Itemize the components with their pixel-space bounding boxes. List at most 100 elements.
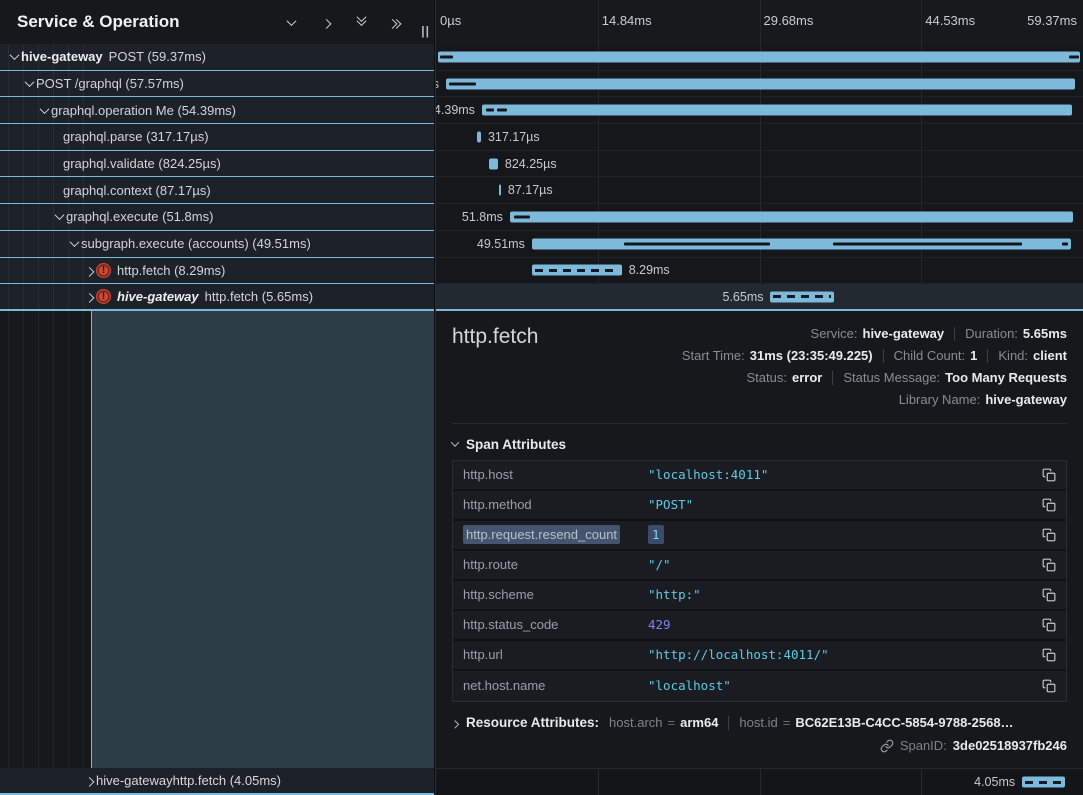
span-bar[interactable] — [482, 105, 1072, 116]
expand-one-icon[interactable] — [318, 14, 334, 30]
resource-key: host.arch — [609, 715, 662, 730]
operation-name: POST (59.37ms) — [109, 49, 206, 64]
timeline-row[interactable]: 824.25µs — [436, 151, 1083, 178]
child-span-mark — [1062, 242, 1068, 245]
tree-row[interactable]: subgraph.execute (accounts) (49.51ms) — [0, 231, 434, 258]
copy-icon[interactable] — [1038, 528, 1056, 542]
meta-line: Service:hive-gatewayDuration:5.65ms — [811, 323, 1067, 345]
resource-attributes-heading: Resource Attributes: — [466, 715, 599, 730]
expand-all-icon[interactable] — [388, 14, 404, 30]
timeline-rows: 57.57ms54.39ms 317.17µs 824.25µs 87.17µs 51.… — [436, 44, 1083, 311]
span-bar[interactable] — [770, 291, 834, 302]
tree-row[interactable]: ! hive-gateway http.fetch (5.65ms) — [0, 284, 434, 311]
attribute-row: http.host"localhost:4011" — [453, 461, 1066, 491]
tree-row[interactable]: POST /graphql (57.57ms) — [0, 71, 434, 98]
timeline-row[interactable]: 54.39ms — [436, 97, 1083, 124]
tree-row[interactable]: graphql.operation Me (54.39ms) — [0, 97, 434, 124]
timeline-tick-label: 0µs — [440, 13, 461, 28]
timeline-row[interactable]: 57.57ms — [436, 71, 1083, 98]
timeline-row[interactable]: 317.17µs — [436, 124, 1083, 151]
timeline-row[interactable]: 49.51ms — [436, 231, 1083, 258]
timeline-row[interactable]: 5.65ms — [436, 284, 1083, 311]
attribute-value: "/" — [648, 557, 1038, 572]
timeline-row[interactable]: 8.29ms — [436, 258, 1083, 285]
ruler-gridlines — [436, 0, 1083, 44]
span-attributes-heading: Span Attributes — [466, 437, 566, 452]
bar-dash-pattern — [1025, 781, 1062, 784]
meta-label: Duration: — [965, 326, 1018, 341]
chevron-right-icon[interactable] — [83, 777, 96, 784]
chevron-down-icon[interactable] — [68, 240, 81, 247]
span-attributes-table: http.host"localhost:4011"http.method"POS… — [452, 460, 1067, 702]
tree-row[interactable]: ! http.fetch (8.29ms) — [0, 258, 434, 285]
span-bar[interactable] — [438, 51, 1080, 62]
chevron-down-icon[interactable] — [53, 213, 66, 220]
equals-sign: = — [668, 715, 676, 730]
timeline-row[interactable]: 87.17µs — [436, 177, 1083, 204]
chevron-right-icon[interactable] — [83, 267, 96, 274]
duration-label: 49.51ms — [477, 237, 525, 251]
copy-icon[interactable] — [1038, 588, 1056, 602]
timeline-panel: 0µs14.84ms29.68ms44.53ms59.37ms 57.57ms5… — [435, 0, 1083, 795]
span-bar[interactable] — [532, 265, 622, 276]
attribute-key: http.url — [463, 647, 648, 662]
selected-span-region[interactable] — [91, 311, 434, 768]
copy-icon[interactable] — [1038, 648, 1056, 662]
trace-viewer: Service & Operation || hive-gatewayPOST … — [0, 0, 1083, 795]
copy-icon[interactable] — [1038, 679, 1056, 693]
resource-attributes-row[interactable]: Resource Attributes: host.arch=arm64host… — [452, 715, 1067, 731]
span-bar[interactable] — [477, 131, 481, 142]
attribute-value: "localhost" — [648, 678, 1038, 693]
tree-row[interactable]: graphql.context (87.17µs) — [0, 177, 434, 204]
span-bar[interactable] — [489, 158, 498, 169]
error-icon: ! — [96, 289, 111, 304]
operation-name: graphql.context (87.17µs) — [63, 183, 211, 198]
panel-resize-handle[interactable]: || — [421, 24, 430, 38]
equals-sign: = — [783, 715, 791, 730]
span-bar[interactable] — [446, 78, 1075, 89]
timeline-gridline — [760, 769, 761, 795]
operation-name: http.fetch (5.65ms) — [205, 289, 313, 304]
resource-value: BC62E13B-C4CC-5854-9788-2568… — [795, 715, 1013, 730]
span-bar[interactable] — [1022, 777, 1065, 788]
chevron-right-icon — [452, 720, 459, 728]
meta-line: Start Time:31ms (23:35:49.225)Child Coun… — [682, 345, 1067, 367]
copy-icon[interactable] — [1038, 618, 1056, 632]
tree-row[interactable]: graphql.parse (317.17µs) — [0, 124, 434, 151]
operation-name: http.fetch (8.29ms) — [117, 263, 225, 278]
link-icon[interactable] — [880, 739, 894, 753]
span-bar[interactable] — [510, 211, 1073, 222]
timeline-row-bottom[interactable]: 4.05ms — [436, 768, 1083, 795]
chevron-right-icon[interactable] — [83, 293, 96, 300]
meta-divider — [954, 327, 955, 341]
duration-label: 4.05ms — [974, 775, 1015, 789]
collapse-all-icon[interactable] — [353, 14, 369, 30]
timeline-row[interactable] — [436, 44, 1083, 71]
meta-label: Library Name: — [899, 392, 981, 407]
timeline-gridline — [921, 769, 922, 795]
tree-row-bottom[interactable]: hive-gatewayhttp.fetch (4.05ms) — [0, 768, 434, 795]
attribute-value: "POST" — [648, 497, 1038, 512]
attribute-row: http.request.resend_count1 — [453, 521, 1066, 551]
duration-label: 317.17µs — [488, 130, 540, 144]
timeline-row[interactable]: 51.8ms — [436, 204, 1083, 231]
copy-icon[interactable] — [1038, 498, 1056, 512]
chevron-down-icon[interactable] — [23, 80, 36, 87]
chevron-down-icon[interactable] — [38, 107, 51, 114]
span-detail-header: http.fetch Service:hive-gatewayDuration:… — [452, 323, 1067, 424]
span-bar[interactable] — [499, 185, 501, 196]
span-attributes-toggle[interactable]: Span Attributes — [452, 437, 1067, 452]
meta-line: Status:errorStatus Message:Too Many Requ… — [747, 367, 1068, 389]
tree-row[interactable]: graphql.validate (824.25µs) — [0, 151, 434, 178]
copy-icon[interactable] — [1038, 468, 1056, 482]
collapse-one-icon[interactable] — [283, 14, 299, 30]
service-name: hive-gateway — [117, 289, 199, 304]
duration-label: 51.8ms — [462, 210, 503, 224]
attribute-value: "localhost:4011" — [648, 467, 1038, 482]
duration-label: 824.25µs — [505, 157, 557, 171]
tree-row[interactable]: hive-gatewayPOST (59.37ms) — [0, 44, 434, 71]
tree-row[interactable]: graphql.execute (51.8ms) — [0, 204, 434, 231]
error-icon: ! — [96, 263, 111, 278]
chevron-down-icon[interactable] — [8, 53, 21, 60]
copy-icon[interactable] — [1038, 558, 1056, 572]
